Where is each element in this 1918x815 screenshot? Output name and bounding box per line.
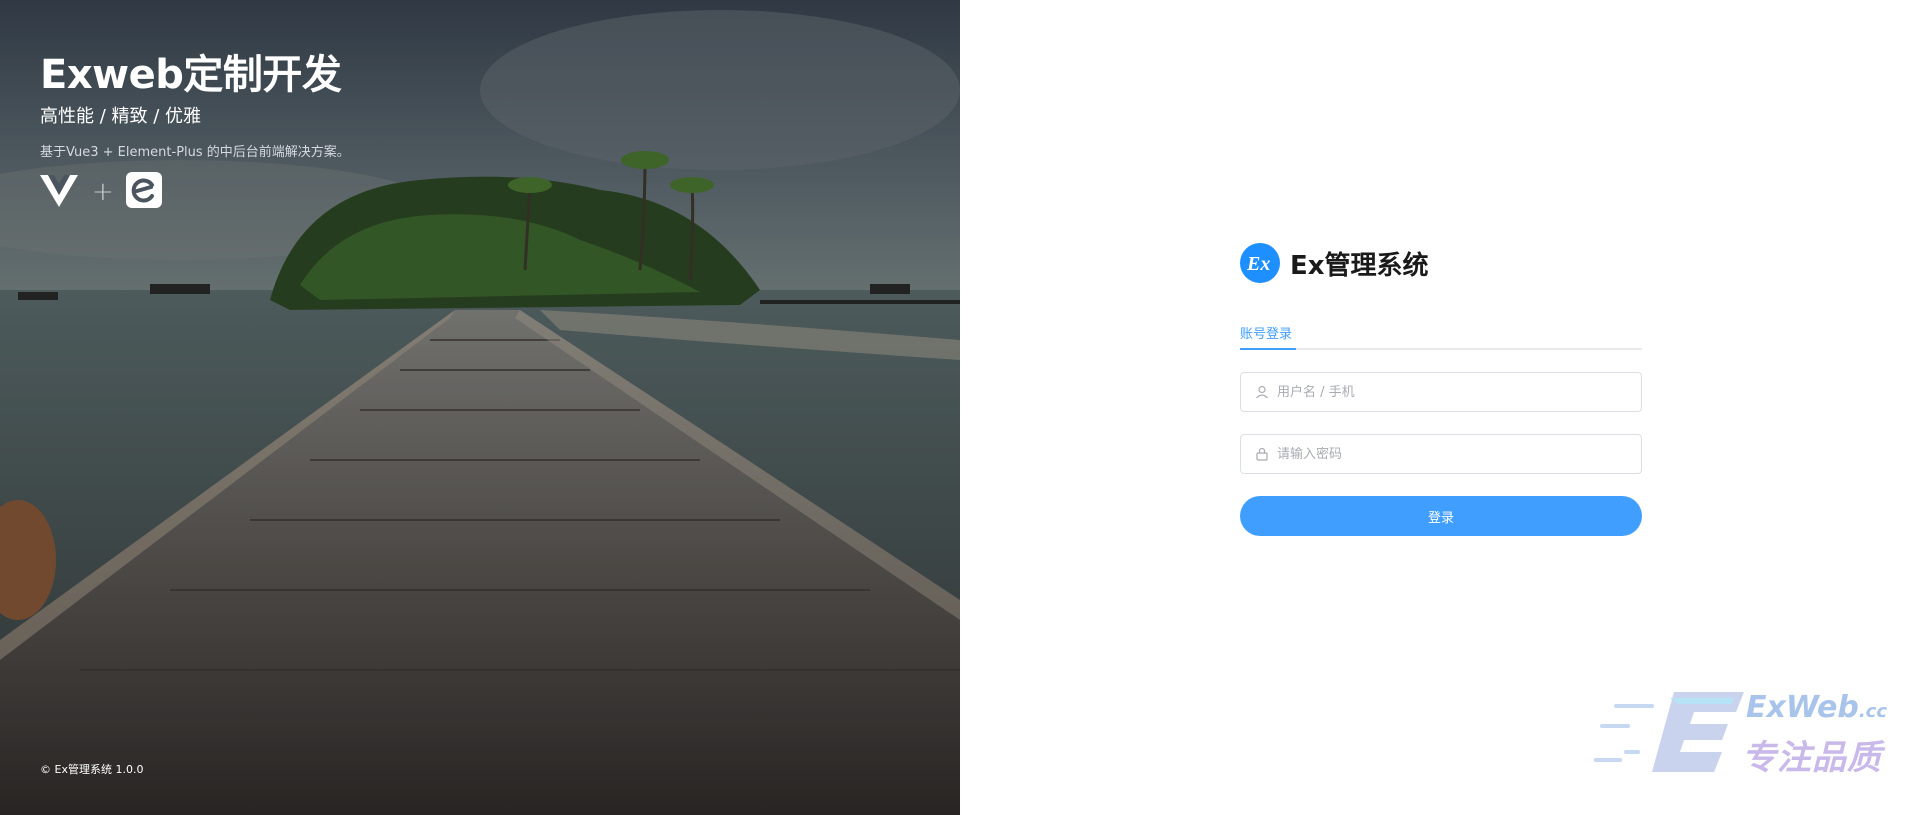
plus-sign: + <box>92 177 114 207</box>
user-icon <box>1255 385 1269 399</box>
login-form: Ex Ex管理系统 账号登录 登录 <box>1240 242 1642 536</box>
watermark-chinese: 专注品质 <box>1742 738 1882 778</box>
tech-stack: + <box>40 172 162 212</box>
username-input[interactable] <box>1277 384 1641 400</box>
password-input[interactable] <box>1277 446 1641 462</box>
tab-account-login[interactable]: 账号登录 <box>1240 318 1296 350</box>
username-field[interactable] <box>1240 372 1642 412</box>
lock-icon <box>1255 447 1269 461</box>
login-button[interactable]: 登录 <box>1240 496 1642 536</box>
hero-description: 基于Vue3 + Element-Plus 的中后台前端解决方案。 <box>40 145 350 160</box>
login-tabs: 账号登录 <box>1240 318 1642 350</box>
brand-name: Ex管理系统 <box>1290 250 1429 281</box>
brand-logo-icon: Ex <box>1240 243 1280 283</box>
watermark-logo-icon <box>1594 692 1744 772</box>
copyright-footer: © Ex管理系统 1.0.0 <box>40 763 144 776</box>
element-plus-icon <box>126 172 162 212</box>
password-field[interactable] <box>1240 434 1642 474</box>
hero-subtitle: 高性能 / 精致 / 优雅 <box>40 106 202 127</box>
exweb-watermark: ExWeb.cc 专注品质 <box>1594 690 1894 782</box>
vue-icon <box>40 173 78 211</box>
hero-panel: Exweb定制开发 高性能 / 精致 / 优雅 基于Vue3 + Element… <box>0 0 960 815</box>
hero-title: Exweb定制开发 <box>40 52 342 98</box>
watermark-latin: ExWeb.cc <box>1746 690 1888 725</box>
brand: Ex Ex管理系统 <box>1240 242 1642 284</box>
svg-text:Ex: Ex <box>1246 253 1270 274</box>
